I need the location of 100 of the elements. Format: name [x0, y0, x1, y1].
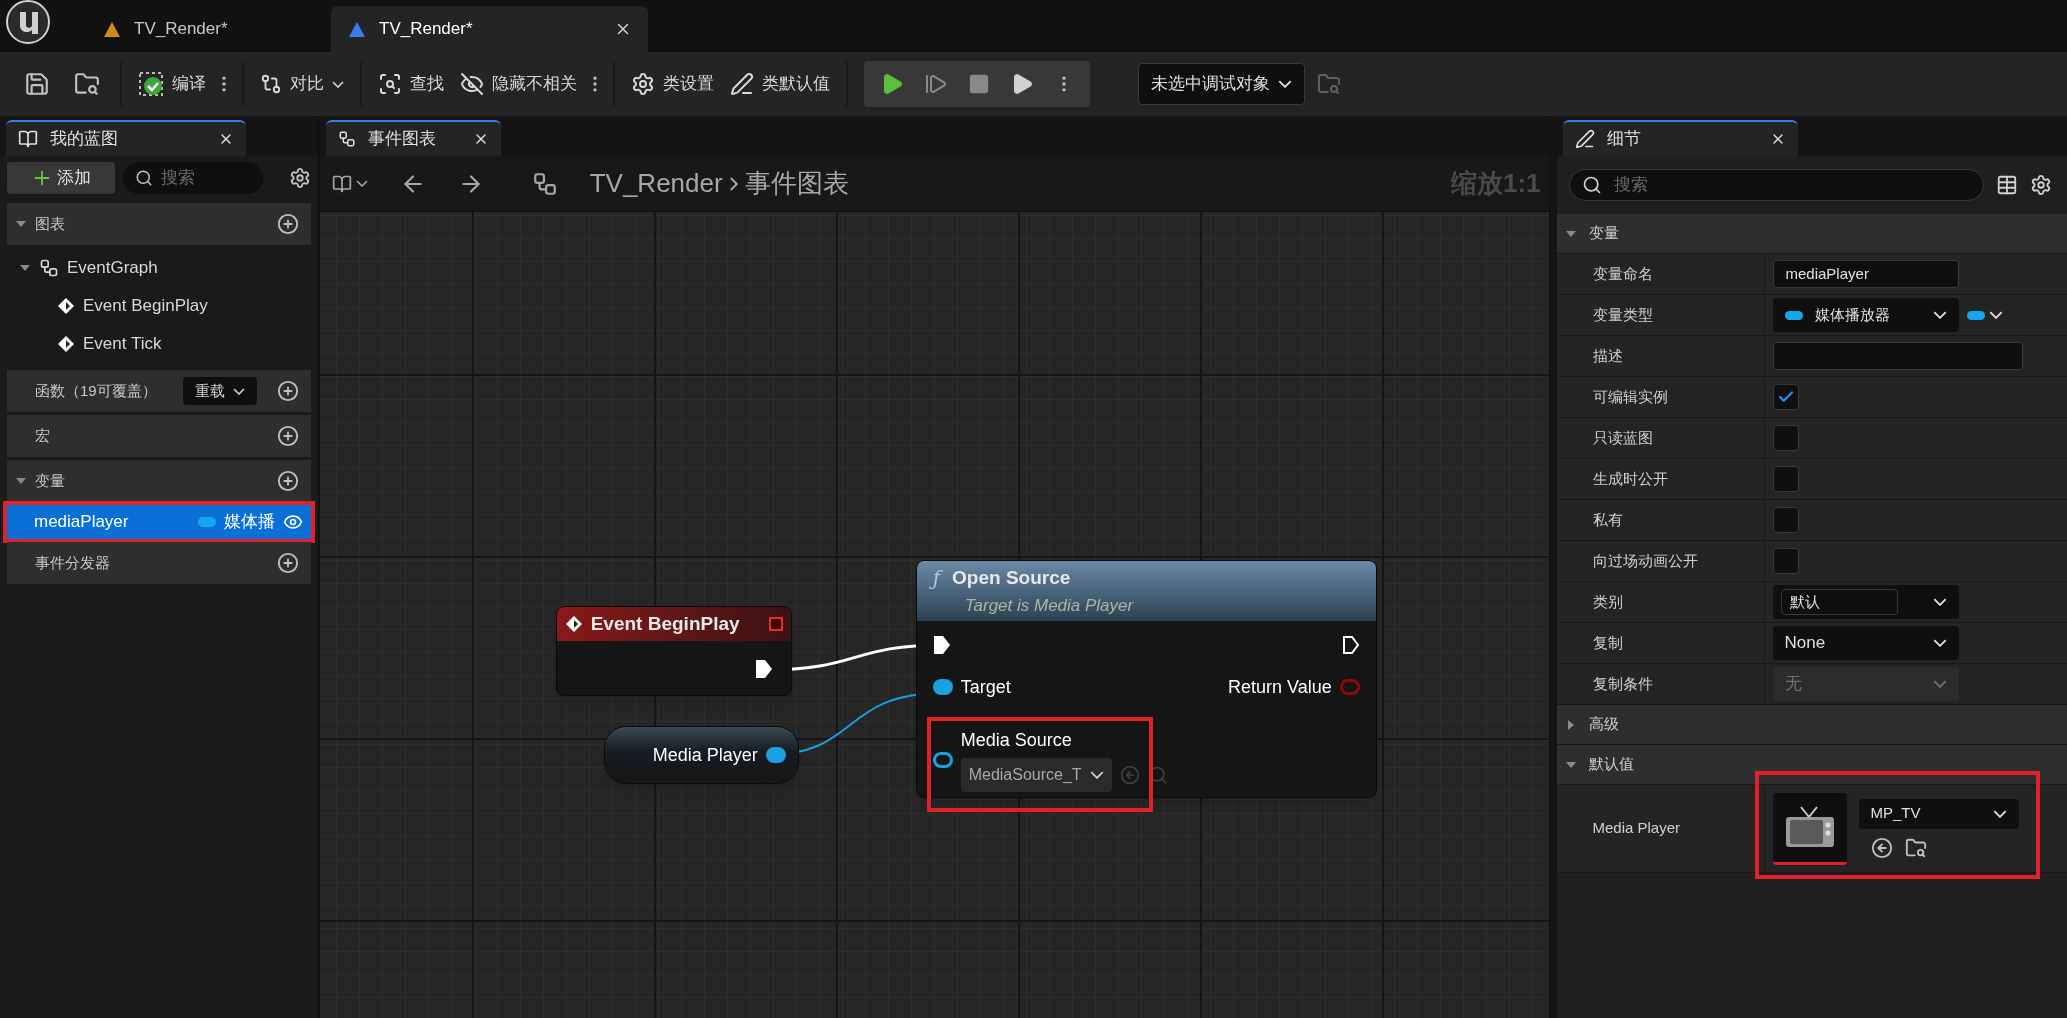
variable-node[interactable]: Media Player: [603, 726, 799, 784]
search-field[interactable]: 搜索: [123, 162, 263, 194]
search-input[interactable]: 搜索: [1613, 172, 1971, 198]
checkbox[interactable]: [1772, 466, 1799, 492]
text-field[interactable]: [1772, 342, 2023, 370]
property-label: 描述: [1591, 345, 1624, 366]
browse-icon[interactable]: [1904, 836, 1927, 859]
browse-icon[interactable]: [74, 71, 100, 97]
add-icon[interactable]: [276, 470, 299, 492]
settings-icon[interactable]: [288, 167, 311, 189]
debug-object-dropdown[interactable]: 未选中调试对象: [1138, 63, 1305, 105]
variable-label: Media Player: [652, 743, 758, 767]
add-icon[interactable]: [276, 213, 299, 235]
property-label: 可编辑实例: [1591, 386, 1669, 407]
caret-icon: [1992, 809, 2007, 818]
find-icon: [378, 72, 402, 96]
node-title: Event BeginPlay: [590, 611, 740, 636]
event-item[interactable]: Event Tick: [7, 325, 311, 363]
dropdown: 无: [1772, 667, 1959, 701]
pin-label: Return Value: [1227, 675, 1332, 699]
bookmark-button[interactable]: [331, 173, 368, 194]
stop-icon[interactable]: [968, 73, 990, 95]
visibility-icon[interactable]: [282, 512, 303, 532]
property-label: 复制: [1591, 632, 1624, 653]
breadcrumb-item[interactable]: 事件图表: [744, 164, 849, 203]
class-settings-button[interactable]: 类设置: [623, 62, 722, 106]
section-header[interactable]: 宏: [7, 415, 311, 457]
add-icon[interactable]: [276, 552, 299, 574]
checkbox[interactable]: [1772, 507, 1799, 533]
hide-unrelated-button[interactable]: 隐藏不相关: [452, 62, 585, 106]
dropdown[interactable]: None: [1772, 626, 1959, 660]
input-pin-icon[interactable]: [932, 752, 953, 768]
compile-button[interactable]: 编译: [130, 62, 214, 106]
node-title: Open Source: [952, 566, 1071, 590]
table-view-icon[interactable]: [1995, 174, 2018, 196]
property-label: Media Player: [1591, 818, 1682, 839]
property-label: 变量类型: [1591, 304, 1654, 325]
property-label: 类别: [1591, 591, 1624, 612]
data-pin-icon[interactable]: [932, 679, 953, 695]
section-header[interactable]: 默认值: [1556, 745, 2067, 785]
section-header[interactable]: 变量: [7, 460, 311, 502]
caret-icon: [1089, 771, 1104, 779]
pen-icon: [730, 72, 754, 96]
exec-pin-icon[interactable]: [754, 659, 773, 679]
find-button[interactable]: 查找: [370, 62, 452, 106]
class-defaults-button[interactable]: 类默认值: [722, 62, 838, 106]
breadcrumb-item[interactable]: TV_Render: [589, 164, 723, 203]
asset-thumbnail[interactable]: [1772, 792, 1847, 865]
document-tab[interactable]: TV_Render*: [86, 6, 301, 52]
event-node[interactable]: Event BeginPlay: [555, 606, 792, 696]
panel-tab[interactable]: 细节: [1562, 120, 1798, 156]
section-header[interactable]: 图表: [7, 203, 311, 245]
exec-pin-icon[interactable]: [1341, 635, 1360, 655]
checkbox[interactable]: [1772, 425, 1799, 451]
override-dropdown[interactable]: 重载: [182, 377, 257, 405]
section-header[interactable]: 变量: [1556, 214, 2067, 254]
checkbox[interactable]: [1772, 548, 1799, 574]
asset-dropdown[interactable]: MP_TV: [1858, 798, 2019, 829]
add-icon[interactable]: [276, 380, 299, 402]
data-pin-icon[interactable]: [765, 747, 786, 763]
search-input[interactable]: 搜索: [161, 165, 241, 191]
graph-canvas[interactable]: Event BeginPlay Media Player ƒ Open Source Target is Media Player Target Return Value Media Source MediaSource_T: [319, 212, 1549, 1018]
caret-icon: [332, 80, 344, 88]
graph-icon: [531, 170, 558, 197]
text-field[interactable]: mediaPlayer: [1772, 260, 1959, 288]
event-item[interactable]: Event BeginPlay: [7, 287, 311, 325]
section-header[interactable]: 事件分发器: [7, 542, 311, 584]
property-label: 只读蓝图: [1591, 427, 1654, 448]
compile-success-icon: [138, 71, 164, 97]
add-button[interactable]: 添加: [7, 162, 115, 194]
section-header[interactable]: 函数（19可覆盖） 重载: [7, 370, 311, 412]
panel-tab[interactable]: 事件图表: [325, 120, 501, 156]
checkbox[interactable]: [1772, 384, 1799, 410]
panel-tab[interactable]: 我的蓝图: [6, 120, 246, 156]
caret-icon: [232, 387, 245, 395]
caret-icon: [1932, 639, 1947, 647]
type-dropdown[interactable]: 媒体播放器: [1772, 298, 1959, 332]
exec-pin-icon[interactable]: [932, 635, 951, 655]
save-icon[interactable]: [24, 71, 50, 97]
container-type-dropdown[interactable]: [1966, 310, 2003, 320]
property-label: 私有: [1591, 509, 1624, 530]
category-combo[interactable]: 默认: [1772, 585, 1959, 619]
document-tab[interactable]: TV_Render*: [331, 6, 648, 52]
caret-icon: [1988, 311, 2003, 319]
search-icon: [135, 169, 153, 187]
settings-icon[interactable]: [2029, 174, 2052, 196]
browse-debug-icon[interactable]: [1317, 72, 1341, 96]
diff-button[interactable]: 对比: [252, 62, 352, 106]
use-selected-icon[interactable]: [1870, 836, 1893, 859]
add-icon[interactable]: [276, 425, 299, 447]
asset-dropdown[interactable]: MediaSource_T: [960, 758, 1112, 792]
hide-unrelated-icon: [460, 72, 484, 96]
step-icon[interactable]: [924, 72, 948, 96]
search-field[interactable]: 搜索: [1568, 169, 1984, 201]
delegate-pin-icon[interactable]: [768, 617, 783, 631]
function-node[interactable]: ƒ Open Source Target is Media Player Target Return Value Media Source MediaSource_T: [915, 560, 1377, 798]
section-header[interactable]: 高级: [1556, 705, 2067, 745]
graph-item[interactable]: EventGraph: [7, 249, 311, 287]
type-pill-icon: [1784, 310, 1803, 320]
property-label: 变量命名: [1591, 263, 1654, 284]
